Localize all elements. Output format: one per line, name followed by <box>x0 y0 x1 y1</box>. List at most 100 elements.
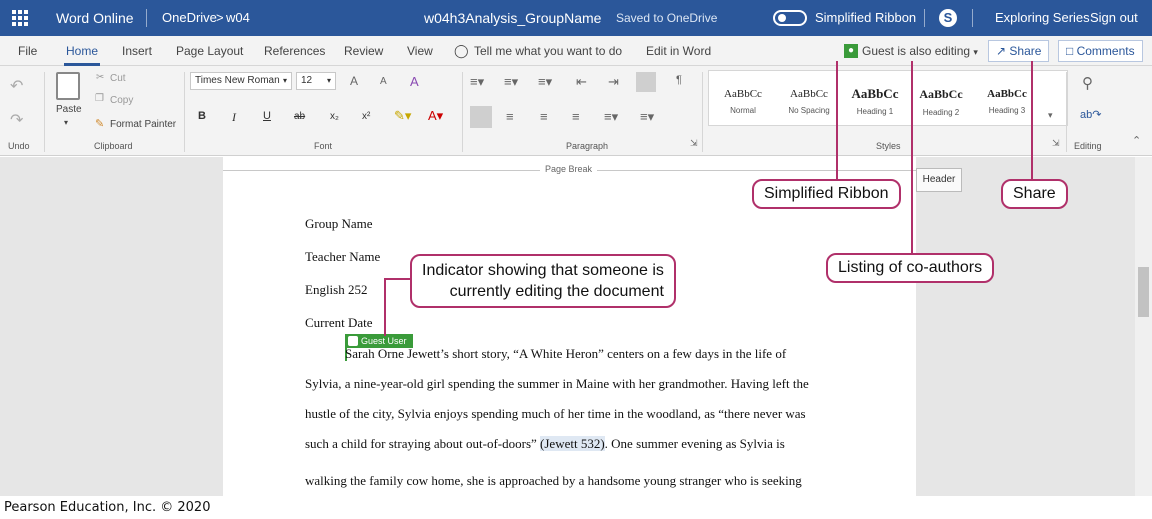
paste-button[interactable]: Paste <box>56 104 82 115</box>
breadcrumb-root[interactable]: OneDrive <box>162 0 217 36</box>
copy-button[interactable]: Copy <box>110 95 133 106</box>
scrollbar-thumb[interactable] <box>1138 267 1149 317</box>
clear-formatting-icon[interactable]: A <box>410 74 419 89</box>
format-painter-icon[interactable]: ✎ <box>95 117 104 130</box>
comments-button[interactable]: □ Comments <box>1058 40 1143 62</box>
superscript-button[interactable]: x² <box>362 111 370 122</box>
increase-indent-icon[interactable]: ⇥ <box>608 74 619 90</box>
italic-button[interactable]: I <box>232 110 236 125</box>
chevron-down-icon[interactable]: ▾ <box>64 118 68 127</box>
callout-simplified-ribbon: Simplified Ribbon <box>752 179 901 209</box>
style-normal[interactable]: AaBbCc Normal <box>710 74 776 124</box>
font-family-value: Times New Roman <box>195 75 280 86</box>
doc-paragraph-line[interactable]: such a child for straying about out-of-d… <box>305 436 785 452</box>
grow-font-icon[interactable]: A <box>350 74 358 88</box>
edit-in-word-button[interactable]: Edit in Word <box>646 36 711 66</box>
user-avatar-icon <box>348 336 358 346</box>
ltr-direction-icon[interactable] <box>636 72 656 92</box>
callout-text-line: Indicator showing that someone is <box>422 262 664 279</box>
chevron-down-icon: ▾ <box>282 76 287 85</box>
doc-paragraph-line[interactable]: Sarah Orne Jewett’s short story, “A Whit… <box>345 346 786 362</box>
redo-icon[interactable]: ↷ <box>10 110 23 130</box>
doc-paragraph-line[interactable]: walking the family cow home, she is appr… <box>305 473 802 489</box>
app-launcher-icon[interactable] <box>12 10 28 26</box>
callout-coauthors: Listing of co-authors <box>826 253 995 283</box>
subscript-button[interactable]: x₂ <box>330 111 339 122</box>
style-name: No Spacing <box>788 106 830 115</box>
chevron-up-icon[interactable]: ⌃ <box>1132 134 1141 147</box>
simplified-ribbon-toggle[interactable] <box>773 10 807 26</box>
underline-button[interactable]: U <box>263 110 271 122</box>
breadcrumb-folder[interactable]: w04 <box>226 0 250 36</box>
align-center-icon[interactable]: ≡ <box>506 109 514 124</box>
header-button[interactable]: Header <box>916 168 962 192</box>
coauthor-status-label: Guest is also editing <box>862 44 971 58</box>
cut-button[interactable]: Cut <box>110 73 126 84</box>
find-icon[interactable]: ⚲ <box>1082 74 1093 92</box>
doc-line-group-name[interactable]: Group Name <box>305 216 373 232</box>
pilcrow-icon[interactable]: ¶ <box>676 74 682 86</box>
shrink-font-icon[interactable]: A <box>380 76 387 87</box>
bold-button[interactable]: B <box>198 110 206 122</box>
chevron-down-icon[interactable]: ▾ <box>1048 110 1053 121</box>
style-heading-1[interactable]: AaBbCc Heading 1 <box>842 74 908 124</box>
doc-line-date[interactable]: Current Date <box>305 315 373 331</box>
dialog-launcher-icon[interactable]: ⇲ <box>1052 138 1060 149</box>
scissors-icon[interactable]: ✂ <box>96 72 104 83</box>
coauthor-avatar-icon: ● <box>844 44 858 58</box>
align-right-icon[interactable]: ≡ <box>540 109 548 124</box>
menu-tab-bar: File Home Insert Page Layout References … <box>0 36 1152 66</box>
share-button[interactable]: ↗ Share <box>988 40 1050 62</box>
comments-label: Comments <box>1076 44 1135 58</box>
copy-icon[interactable]: ❐ <box>95 93 104 104</box>
paragraph-spacing-icon[interactable]: ≡▾ <box>640 109 654 125</box>
undo-icon[interactable]: ↶ <box>10 76 23 96</box>
format-painter-button[interactable]: Format Painter <box>110 119 176 130</box>
sign-out-link[interactable]: Sign out <box>1090 0 1138 36</box>
document-title[interactable]: w04h3Analysis_GroupName <box>424 0 601 36</box>
strikethrough-button[interactable]: ab <box>294 111 305 122</box>
tab-references[interactable]: References <box>264 36 325 66</box>
skype-icon[interactable]: S <box>939 9 957 27</box>
callout-leader-line <box>836 61 838 180</box>
dialog-launcher-icon[interactable]: ⇲ <box>690 138 698 149</box>
bullets-icon[interactable]: ≡▾ <box>470 74 484 90</box>
style-no-spacing[interactable]: AaBbCc No Spacing <box>776 74 842 124</box>
align-left-icon[interactable] <box>470 106 492 128</box>
doc-paragraph-line[interactable]: hustle of the city, Sylvia enjoys spendi… <box>305 406 806 422</box>
justify-icon[interactable]: ≡ <box>572 109 580 124</box>
font-size-dropdown[interactable]: 12 ▾ <box>296 72 336 90</box>
user-name[interactable]: Exploring Series <box>995 0 1090 36</box>
doc-line-teacher-name[interactable]: Teacher Name <box>305 249 380 265</box>
tab-view[interactable]: View <box>407 36 433 66</box>
tab-insert[interactable]: Insert <box>122 36 152 66</box>
tab-home[interactable]: Home <box>63 36 101 66</box>
paste-icon[interactable] <box>56 72 80 100</box>
group-divider <box>44 72 45 152</box>
tab-file[interactable]: File <box>18 36 37 66</box>
citation-field[interactable]: (Jewett 532) <box>540 436 605 451</box>
app-name[interactable]: Word Online <box>56 0 134 36</box>
tab-page-layout[interactable]: Page Layout <box>176 36 243 66</box>
doc-paragraph-line[interactable]: Sylvia, a nine-year-old girl spending th… <box>305 376 809 392</box>
coauthor-status[interactable]: ● Guest is also editing ▾ <box>842 41 978 61</box>
guest-flag-label: Guest User <box>361 336 407 346</box>
callout-editing-indicator: Indicator showing that someone is curren… <box>410 254 676 308</box>
decrease-indent-icon[interactable]: ⇤ <box>576 74 587 90</box>
doc-line-course[interactable]: English 252 <box>305 282 367 298</box>
simplified-ribbon-label: Simplified Ribbon <box>815 10 917 25</box>
vertical-scrollbar[interactable] <box>1135 157 1152 496</box>
line-spacing-icon[interactable]: ≡▾ <box>604 109 618 125</box>
font-color-icon[interactable]: A▾ <box>428 108 443 124</box>
highlight-icon[interactable]: ✎▾ <box>394 108 411 124</box>
multilevel-list-icon[interactable]: ≡▾ <box>538 74 552 90</box>
numbering-icon[interactable]: ≡▾ <box>504 74 518 90</box>
tell-me-search[interactable]: Tell me what you want to do <box>474 36 622 66</box>
style-sample: AaBbCc <box>919 87 963 101</box>
lightbulb-icon: ◯ <box>454 43 469 58</box>
font-family-dropdown[interactable]: Times New Roman ▾ <box>190 72 292 90</box>
style-sample: AaBbCc <box>790 88 828 100</box>
tab-review[interactable]: Review <box>344 36 383 66</box>
replace-icon[interactable]: ab↷ <box>1080 108 1101 121</box>
style-heading-2[interactable]: AaBbCc Heading 2 <box>908 74 974 124</box>
